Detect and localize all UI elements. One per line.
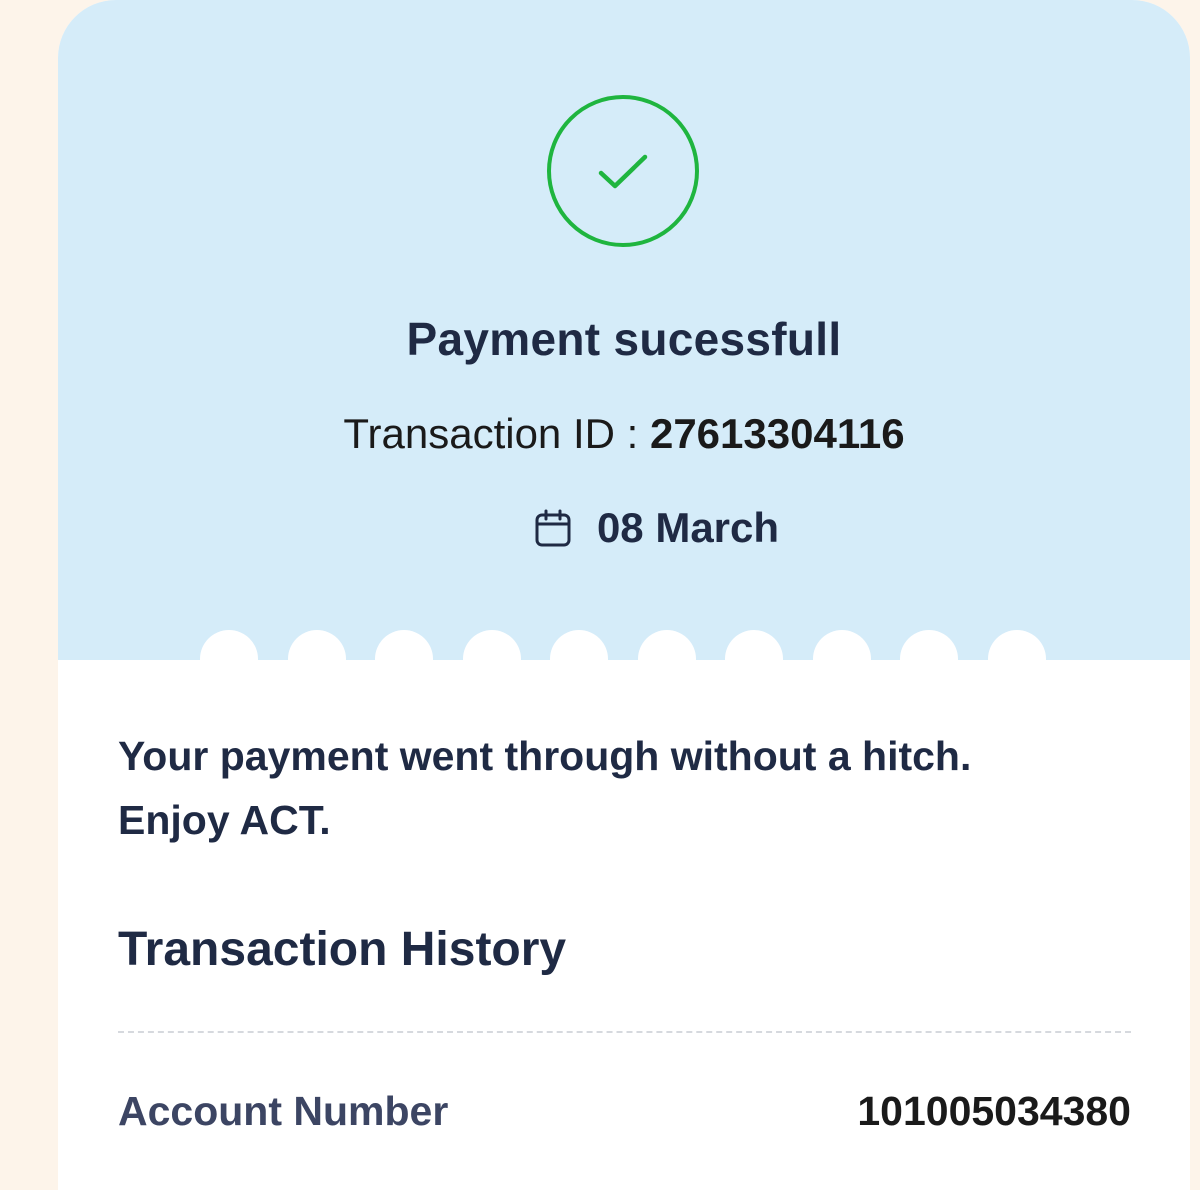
success-message-line: Your payment went through without a hitc… [118, 733, 972, 779]
perforation-notch [200, 630, 258, 688]
transaction-history-heading: Transaction History [118, 923, 567, 976]
detail-row-account-number: Account Number 101005034380 [118, 1088, 1131, 1135]
perforation-notch [900, 630, 958, 688]
detail-value: 101005034380 [857, 1088, 1131, 1134]
success-check-icon [547, 95, 699, 247]
perforation-notch [638, 630, 696, 688]
transaction-date: 08 March [58, 504, 1190, 552]
perforation-notch [375, 630, 433, 688]
transaction-id-value: 27613304116 [649, 410, 905, 457]
payment-status-title: Payment sucessfull [406, 313, 842, 365]
success-message: Your payment went through without a hitc… [118, 724, 1138, 852]
perforation-notch [725, 630, 783, 688]
check-icon [598, 154, 648, 189]
success-message-line: Enjoy ACT. [118, 797, 331, 843]
perforation-notch [988, 630, 1046, 688]
perforation-notch [463, 630, 521, 688]
receipt-header: Payment sucessfull Transaction ID : 2761… [58, 0, 1190, 660]
perforation-notch [813, 630, 871, 688]
detail-label: Account Number [118, 1088, 449, 1134]
calendar-icon [535, 509, 571, 547]
transaction-id-label: Transaction ID : [343, 410, 650, 457]
date-value: 08 March [596, 504, 780, 551]
payment-receipt-card: Payment sucessfull Transaction ID : 2761… [58, 0, 1190, 1190]
perforation-notch [550, 630, 608, 688]
ticket-perforation [58, 630, 1190, 690]
transaction-id-line: Transaction ID : 27613304116 [58, 410, 1190, 458]
dashed-divider [118, 1031, 1131, 1033]
perforation-notch [288, 630, 346, 688]
